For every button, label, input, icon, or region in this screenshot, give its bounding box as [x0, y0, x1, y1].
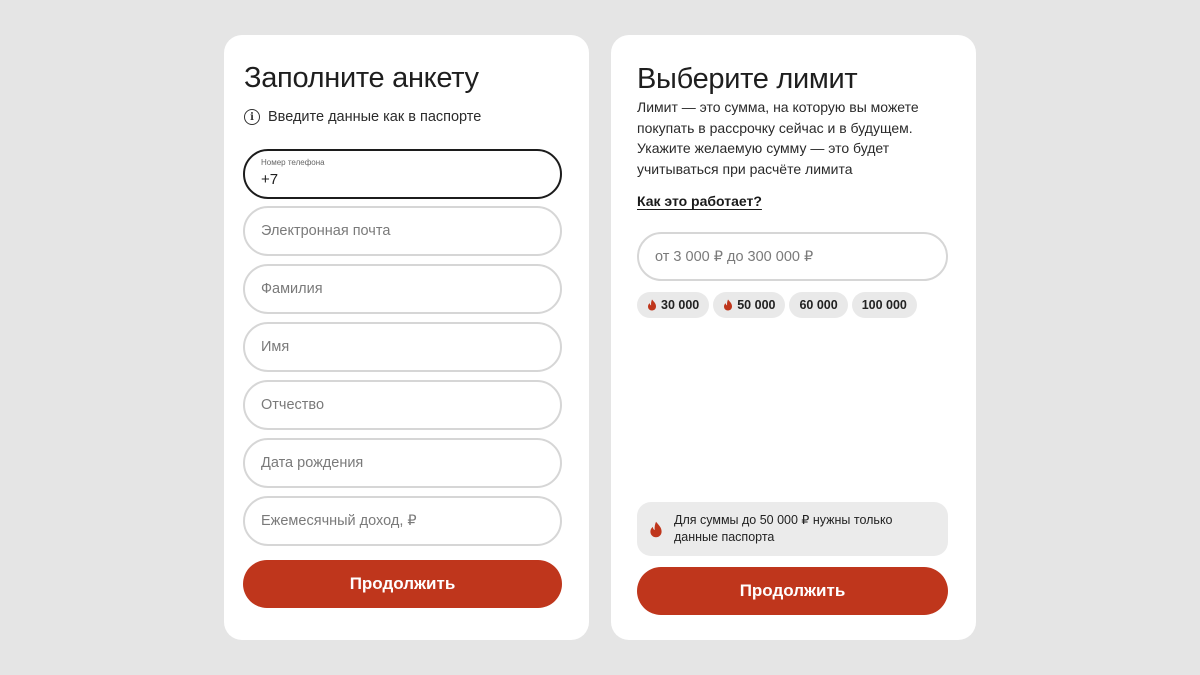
phone-field-value: +7: [261, 171, 279, 188]
passport-hint: i Введите данные как в паспорте: [244, 109, 481, 125]
patronymic-field[interactable]: Отчество: [243, 380, 562, 430]
limit-card: Выберите лимит Лимит — это сумма, на кот…: [611, 35, 976, 640]
birthdate-field-placeholder: Дата рождения: [261, 455, 364, 471]
chip-label: 50 000: [737, 298, 776, 312]
chip-label: 30 000: [661, 298, 700, 312]
limit-continue-button[interactable]: Продолжить: [637, 567, 948, 615]
continue-button[interactable]: Продолжить: [243, 560, 562, 608]
notice-text: Для суммы до 50 000 ₽ нужны только данны…: [674, 513, 893, 544]
chip-50000[interactable]: 50 000: [713, 292, 786, 318]
limit-amount-input[interactable]: от 3 000 ₽ до 300 000 ₽: [637, 232, 948, 281]
surname-field-placeholder: Фамилия: [261, 281, 323, 297]
flame-icon: [650, 521, 662, 537]
income-field[interactable]: Ежемесячный доход, ₽: [243, 496, 562, 546]
chip-label: 60 000: [799, 298, 838, 312]
phone-field-label: Номер телефона: [261, 158, 325, 167]
passport-only-notice: Для суммы до 50 000 ₽ нужны только данны…: [637, 502, 948, 556]
surname-field[interactable]: Фамилия: [243, 264, 562, 314]
email-field[interactable]: Электронная почта: [243, 206, 562, 256]
chip-60000[interactable]: 60 000: [789, 292, 848, 318]
hint-text: Введите данные как в паспорте: [268, 109, 482, 125]
how-it-works-link[interactable]: Как это работает?: [637, 193, 762, 209]
name-field[interactable]: Имя: [243, 322, 562, 372]
amount-chips: 30 000 50 000 60 000 100 000: [637, 292, 917, 318]
info-icon: i: [244, 109, 260, 125]
patronymic-field-placeholder: Отчество: [261, 397, 325, 413]
limit-title: Выберите лимит: [637, 63, 858, 95]
chip-30000[interactable]: 30 000: [637, 292, 710, 318]
limit-description: Лимит — это сумма, на которую вы можете …: [637, 99, 919, 177]
chip-label: 100 000: [861, 298, 907, 312]
phone-field[interactable]: Номер телефона +7: [243, 149, 562, 199]
questionnaire-card: Заполните анкету i Введите данные как в …: [224, 35, 589, 640]
email-field-placeholder: Электронная почта: [261, 223, 391, 239]
birthdate-field[interactable]: Дата рождения: [243, 438, 562, 488]
page-title: Заполните анкету: [244, 62, 479, 94]
flame-icon: [724, 299, 733, 311]
limit-amount-placeholder: от 3 000 ₽ до 300 000 ₽: [655, 248, 814, 265]
flame-icon: [648, 299, 656, 311]
chip-100000[interactable]: 100 000: [851, 292, 917, 318]
name-field-placeholder: Имя: [261, 339, 290, 355]
income-field-placeholder: Ежемесячный доход, ₽: [261, 513, 417, 529]
